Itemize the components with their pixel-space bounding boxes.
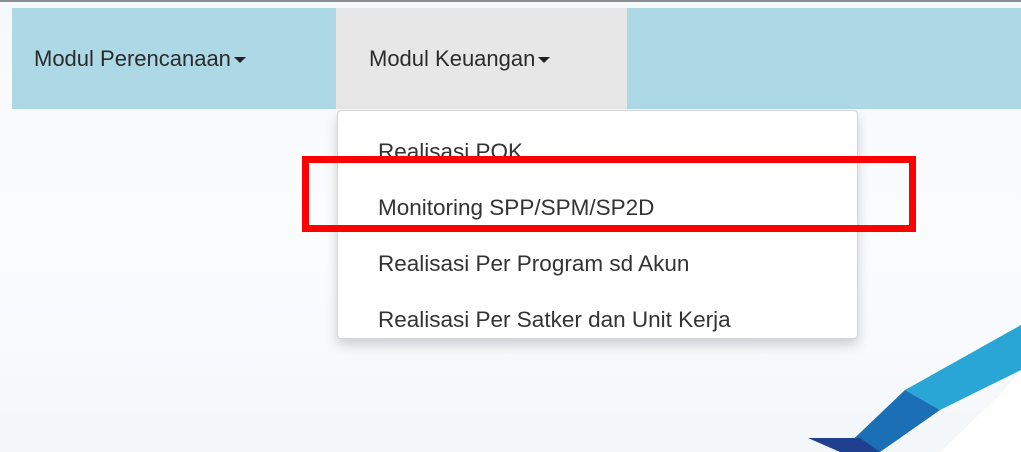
nav-modul-keuangan[interactable]: Modul Keuangan bbox=[336, 8, 627, 109]
nav-modul-keuangan-label: Modul Keuangan bbox=[369, 45, 536, 71]
highlight-annotation-box bbox=[302, 156, 916, 232]
caret-down-icon bbox=[538, 56, 551, 63]
menu-item-realisasi-per-program[interactable]: Realisasi Per Program sd Akun bbox=[338, 236, 857, 292]
menu-item-label: Realisasi Per Program sd Akun bbox=[378, 251, 690, 276]
nav-modul-perencanaan[interactable]: Modul Perencanaan bbox=[12, 8, 336, 109]
nav-modul-perencanaan-label: Modul Perencanaan bbox=[34, 45, 231, 71]
caret-down-icon bbox=[233, 56, 246, 63]
top-navbar: Modul Perencanaan Modul Keuangan bbox=[12, 8, 1021, 109]
menu-item-realisasi-per-satker[interactable]: Realisasi Per Satker dan Unit Kerja bbox=[338, 292, 857, 348]
menu-item-label: Realisasi Per Satker dan Unit Kerja bbox=[378, 307, 731, 332]
